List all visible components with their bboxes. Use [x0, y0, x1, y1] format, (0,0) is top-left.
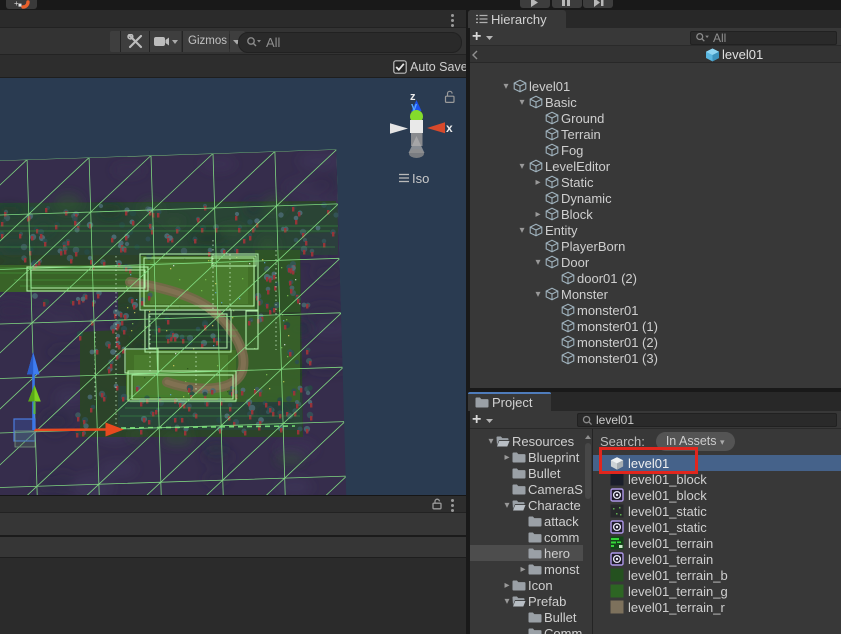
svg-text:x: x — [446, 121, 453, 135]
svg-text:+: + — [14, 0, 19, 8]
svg-text:Iso: Iso — [412, 171, 429, 186]
